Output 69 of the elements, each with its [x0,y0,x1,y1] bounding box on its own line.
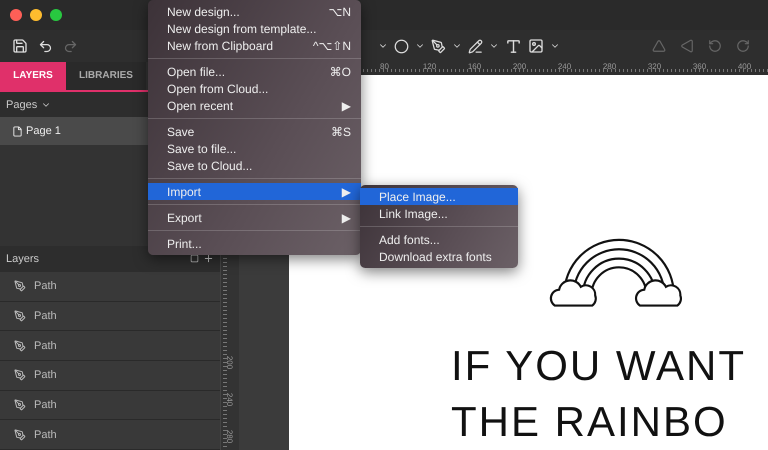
shortcut-text: ⌘O [330,64,351,78]
ruler-label: 360 [692,62,708,72]
menu-item[interactable]: Place Image... [360,188,518,205]
add-icon[interactable] [203,253,214,264]
menu-item[interactable]: New from Clipboard ^⌥⇧N [148,37,361,54]
layer-item[interactable]: Path [0,272,220,302]
path-icon [14,428,26,441]
ruler-label: 200 [226,356,234,370]
path-icon [14,340,26,352]
grid-icon[interactable] [190,254,199,264]
image-tool-icon[interactable] [528,38,544,54]
menu-item[interactable]: Download extra fonts [360,248,518,265]
sidebar-tab[interactable]: LIBRARIES [66,62,146,90]
ruler-label: 240 [226,392,234,406]
ruler-label: 240 [556,62,572,72]
layer-item[interactable]: Path [0,360,220,391]
path-icon [14,280,26,292]
undo-icon[interactable] [38,38,53,54]
menu-item[interactable]: Export ▶ [148,209,361,226]
menu-item[interactable]: New design... ⌥N [148,3,361,20]
menu-item[interactable]: Import ▶ [148,183,361,200]
menu-item[interactable]: Print... [148,235,361,252]
menu-item[interactable]: Open recent ▶ [148,97,361,114]
layer-item[interactable]: Path [0,331,220,361]
ruler-label: 280 [226,430,234,444]
ruler-label: 200 [512,62,528,72]
menu-item[interactable]: Save to Cloud... [148,157,361,174]
page-icon [12,126,23,137]
rotate-left-icon[interactable] [708,39,722,53]
pencil-tool-icon[interactable] [468,38,483,54]
path-icon [14,369,26,382]
ellipse-tool-icon[interactable] [394,38,409,54]
shortcut-text: ⌘S [330,124,351,138]
submenu-arrow: ▶ [342,210,351,224]
menu-item[interactable]: Add fonts... [360,231,518,248]
flip-horizontal-icon[interactable] [652,39,666,53]
menu-item[interactable]: New design from template... [148,20,361,37]
ruler-label: 400 [736,62,752,72]
path-icon [14,310,26,322]
flip-vertical-icon[interactable] [680,39,694,53]
layer-item[interactable]: Path [0,302,220,332]
path-icon [14,398,26,411]
sidebar-tab[interactable]: LAYERS [0,62,66,90]
menu-item[interactable]: Open file... ⌘O [148,63,361,80]
layers-header: Layers [6,252,40,265]
poster-text: IF YOU WANT [451,341,747,391]
maximize-icon[interactable] [50,9,62,21]
menu-item[interactable]: Link Image... [360,205,518,222]
poster-text: THE RAINBO [451,397,729,447]
pen-tool-icon[interactable] [431,38,446,54]
shortcut-text: ⌥N [328,4,351,18]
close-icon[interactable] [10,9,22,21]
menu-item[interactable]: Open from Cloud... [148,80,361,97]
layer-item[interactable]: Path [0,390,220,420]
ruler-label: 320 [646,62,662,72]
ruler-label: 160 [466,62,482,72]
submenu-arrow: ▶ [342,184,351,198]
minimize-icon[interactable] [30,9,42,21]
text-tool-icon[interactable] [505,38,522,54]
rotate-right-icon[interactable] [736,39,750,53]
pages-header[interactable]: Pages [6,98,38,111]
layer-item[interactable]: Path [0,420,220,450]
ruler-label: 120 [422,62,438,72]
shortcut-text: ^⌥⇧N [312,38,351,52]
redo-icon[interactable] [63,38,78,54]
ruler-label: 280 [602,62,618,72]
ruler-label: 80 [379,62,390,72]
save-icon[interactable] [12,38,28,54]
submenu-arrow: ▶ [342,98,351,112]
